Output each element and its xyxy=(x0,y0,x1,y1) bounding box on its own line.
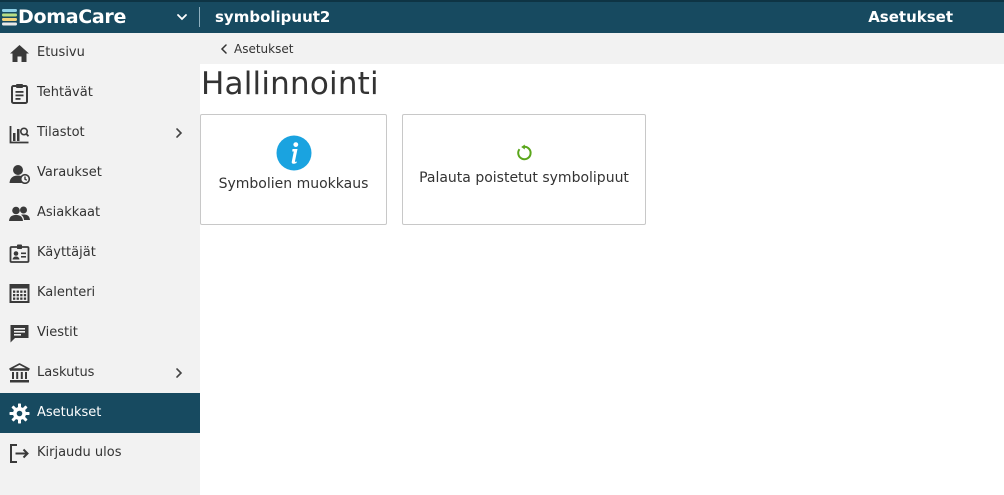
sidebar-item-label: Käyttäjät xyxy=(37,245,96,260)
sidebar-item-label: Laskutus xyxy=(37,365,95,380)
gear-icon xyxy=(9,403,30,424)
chevron-right-icon xyxy=(176,128,183,138)
sidebar-item-kirjaudu-ulos[interactable]: Kirjaudu ulos xyxy=(0,433,200,473)
sidebar-item-label: Tehtävät xyxy=(37,85,93,100)
chevron-down-icon[interactable] xyxy=(176,11,188,23)
current-page-title: Asetukset xyxy=(868,8,953,26)
sidebar-item-laskutus[interactable]: Laskutus xyxy=(0,353,200,393)
sidebar-item-kayttajat[interactable]: Käyttäjät xyxy=(0,233,200,273)
symbol-edit-card[interactable]: Symbolien muokkaus xyxy=(200,114,387,225)
clipboard-icon xyxy=(9,83,30,104)
sidebar-item-tehtavat[interactable]: Tehtävät xyxy=(0,73,200,113)
sidebar-item-asiakkaat[interactable]: Asiakkaat xyxy=(0,193,200,233)
sidebar-item-varaukset[interactable]: Varaukset xyxy=(0,153,200,193)
stacked-layers-logo xyxy=(2,9,17,26)
card-label: Symbolien muokkaus xyxy=(218,176,369,192)
chevron-right-icon xyxy=(176,368,183,378)
brand-name: DomaCare xyxy=(18,6,127,28)
sidebar-item-label: Varaukset xyxy=(37,165,102,180)
sidebar-item-kalenteri[interactable]: Kalenteri xyxy=(0,273,200,313)
restore-icon xyxy=(517,144,532,161)
sidebar-item-etusivu[interactable]: Etusivu xyxy=(0,33,200,73)
user-clock-icon xyxy=(9,163,30,184)
home-icon xyxy=(9,43,30,64)
top-bar: DomaCare symbolipuut2 Asetukset xyxy=(0,0,1004,33)
page-title: Hallinnointi xyxy=(201,66,379,102)
users-icon xyxy=(9,203,30,224)
chevron-left-icon xyxy=(220,44,227,54)
sidebar-item-tilastot[interactable]: Tilastot xyxy=(0,113,200,153)
breadcrumb[interactable]: Asetukset xyxy=(220,42,293,56)
sidebar-item-label: Kirjaudu ulos xyxy=(37,445,122,460)
breadcrumb-label: Asetukset xyxy=(234,42,294,56)
brand-menu[interactable]: DomaCare xyxy=(0,2,200,33)
sidebar-item-label: Kalenteri xyxy=(37,285,96,300)
restore-symbol-trees-card[interactable]: Palauta poistetut symbolipuut xyxy=(402,114,646,225)
bank-icon xyxy=(9,363,30,384)
organization-name: symbolipuut2 xyxy=(215,8,331,26)
sidebar: Etusivu Tehtävät Tilastot Varaukset Asia… xyxy=(0,33,200,495)
sidebar-item-asetukset[interactable]: Asetukset xyxy=(0,393,200,433)
header-divider xyxy=(199,7,200,27)
info-icon xyxy=(276,135,312,171)
logout-icon xyxy=(9,443,30,464)
chart-icon xyxy=(9,123,30,144)
breadcrumb-bar: Asetukset xyxy=(200,33,1004,64)
sidebar-item-viestit[interactable]: Viestit xyxy=(0,313,200,353)
sidebar-item-label: Viestit xyxy=(37,325,78,340)
sidebar-item-label: Asiakkaat xyxy=(37,205,101,220)
sidebar-item-label: Etusivu xyxy=(37,45,85,60)
calendar-icon xyxy=(9,283,30,304)
card-label: Palauta poistetut symbolipuut xyxy=(419,170,629,186)
sidebar-item-label: Tilastot xyxy=(37,125,85,140)
id-badge-icon xyxy=(9,243,30,264)
sidebar-item-label: Asetukset xyxy=(37,405,102,420)
message-icon xyxy=(9,323,30,344)
